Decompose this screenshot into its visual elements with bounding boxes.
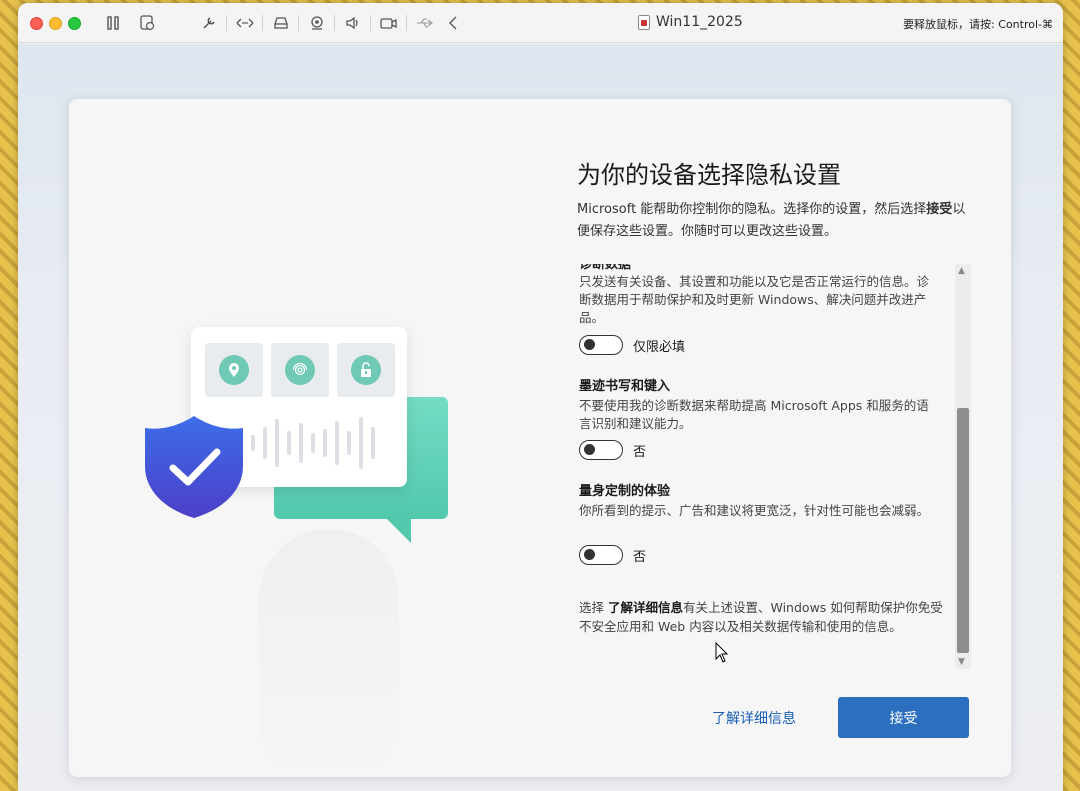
- toggle-row-tailored: 否: [579, 545, 646, 565]
- fingerprint-tile: [271, 343, 329, 397]
- scrollbar-thumb[interactable]: [957, 408, 969, 653]
- settings-icon[interactable]: [198, 13, 220, 33]
- page-subtitle: Microsoft 能帮助你控制你的隐私。选择你的设置，然后选择接受以便保存这些…: [577, 199, 969, 243]
- diagnostics-toggle-label: 仅限必填: [633, 339, 686, 355]
- subtitle-text-1: Microsoft 能帮助你控制你的隐私。选择你的设置，然后选择: [577, 202, 927, 217]
- disk-icon[interactable]: [270, 13, 292, 33]
- vm-screen: 为你的设备选择隐私设置 Microsoft 能帮助你控制你的隐私。选择你的设置，…: [18, 44, 1063, 791]
- window-title-text: Win11_2025: [656, 14, 743, 30]
- fingerprint-icon: [285, 355, 315, 385]
- privacy-settings-card: 为你的设备选择隐私设置 Microsoft 能帮助你控制你的隐私。选择你的设置，…: [69, 99, 1011, 777]
- window-title: Win11_2025: [638, 14, 743, 30]
- vm-window: Win11_2025 要释放鼠标，请按: Control-⌘ 为你的设备选择隐私…: [18, 3, 1063, 791]
- tailored-toggle[interactable]: [579, 545, 623, 565]
- mouse-cursor-icon: [715, 642, 729, 663]
- learn-more-info: 选择 了解详细信息有关上述设置、Windows 如何帮助保护你免受不安全应用和 …: [579, 598, 951, 636]
- chat-bubble-tail: [385, 517, 411, 543]
- video-icon[interactable]: [378, 13, 400, 33]
- camera-icon[interactable]: [306, 13, 328, 33]
- privacy-content: 为你的设备选择隐私设置 Microsoft 能帮助你控制你的隐私。选择你的设置，…: [577, 99, 1011, 777]
- document-icon: [638, 14, 650, 30]
- settings-scroll-area[interactable]: 诊断数据 只发送有关设备、其设置和功能以及它是否正常运行的信息。诊断数据用于帮助…: [577, 264, 957, 664]
- learn-more-button[interactable]: 了解详细信息: [712, 708, 796, 728]
- accept-button[interactable]: 接受: [838, 697, 969, 738]
- snapshot-icon[interactable]: [136, 13, 158, 33]
- section-title-tailored: 量身定制的体验: [579, 484, 671, 499]
- usb-icon[interactable]: [414, 13, 436, 33]
- network-icon[interactable]: [234, 13, 256, 33]
- scroll-down-icon[interactable]: ▼: [958, 657, 965, 667]
- scroll-up-icon[interactable]: ▲: [958, 266, 965, 276]
- location-tile: [205, 343, 263, 397]
- back-icon[interactable]: [442, 13, 464, 33]
- section-desc-diagnostics: 只发送有关设备、其设置和功能以及它是否正常运行的信息。诊断数据用于帮助保护和及时…: [579, 274, 930, 325]
- info-prefix: 选择: [579, 600, 608, 615]
- diagnostics-toggle[interactable]: [579, 335, 623, 355]
- close-window-button[interactable]: [30, 17, 43, 30]
- unlock-tile: [337, 343, 395, 397]
- release-mouse-hint: 要释放鼠标，请按: Control-⌘: [903, 18, 1053, 31]
- subtitle-bold: 接受: [926, 202, 953, 217]
- shield-check-icon: [145, 416, 243, 518]
- toggle-row-diagnostics: 仅限必填: [579, 335, 685, 355]
- toggle-row-inking: 否: [579, 440, 646, 460]
- section-title-inking: 墨迹书写和键入: [579, 379, 671, 394]
- settings-scrollbar[interactable]: ▲ ▼: [955, 264, 971, 669]
- section-desc-inking: 不要使用我的诊断数据来帮助提高 Microsoft Apps 和服务的语言识别和…: [579, 398, 929, 431]
- inking-toggle-label: 否: [633, 444, 647, 460]
- inking-toggle[interactable]: [579, 440, 623, 460]
- section-desc-tailored: 你所看到的提示、广告和建议将更宽泛，针对性可能也会减弱。: [579, 503, 930, 518]
- sound-icon[interactable]: [342, 13, 364, 33]
- info-learn-more-link[interactable]: 了解详细信息: [608, 600, 683, 615]
- tailored-toggle-label: 否: [633, 549, 647, 565]
- vm-titlebar: Win11_2025 要释放鼠标，请按: Control-⌘: [18, 3, 1063, 43]
- voice-wave-illustration: [251, 417, 375, 469]
- unlock-icon: [351, 355, 381, 385]
- zoom-window-button[interactable]: [68, 17, 81, 30]
- location-pin-icon: [219, 355, 249, 385]
- minimize-window-button[interactable]: [49, 17, 62, 30]
- section-title-diagnostics: 诊断数据: [579, 264, 632, 272]
- page-title: 为你的设备选择隐私设置: [577, 161, 841, 189]
- illustration-backdrop: [259, 529, 399, 777]
- pause-icon[interactable]: [102, 13, 124, 33]
